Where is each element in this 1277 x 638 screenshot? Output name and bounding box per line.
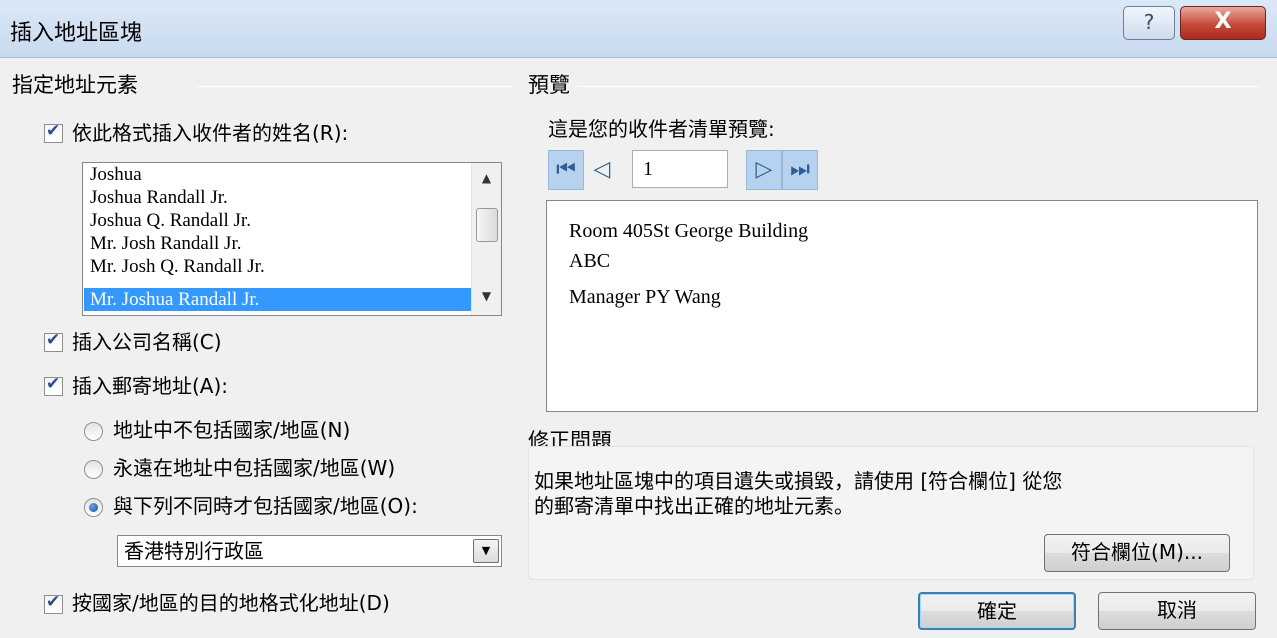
first-record-icon[interactable]: ⏮ — [548, 150, 584, 190]
recipient-name-label: 依此格式插入收件者的姓名(R): — [72, 121, 349, 145]
last-record-icon[interactable]: ⏭ — [782, 150, 818, 190]
address-preview-box: Room 405St George Building ABC Manager P… — [546, 200, 1258, 412]
scroll-up-icon[interactable]: ▲ — [472, 163, 501, 193]
postal-address-label: 插入郵寄地址(A): — [72, 374, 229, 398]
close-button[interactable]: X — [1180, 6, 1266, 40]
previous-record-icon[interactable]: ◁ — [584, 150, 620, 190]
list-item[interactable]: Mr. Josh Q. Randall Jr. — [88, 255, 471, 278]
scroll-thumb[interactable] — [476, 208, 498, 242]
group-divider — [578, 86, 1260, 87]
list-item-selected[interactable]: Mr. Joshua Randall Jr. — [84, 288, 471, 311]
window-title: 插入地址區塊 — [10, 21, 143, 46]
radio-only-if-label: 與下列不同時才包括國家/地區(O): — [113, 494, 418, 518]
company-name-checkbox[interactable] — [44, 330, 63, 352]
preview-address-line: ABC — [569, 250, 611, 272]
list-item[interactable]: Joshua Randall Jr. — [88, 186, 471, 209]
address-elements-heading: 指定地址元素 — [12, 73, 138, 97]
radio-never-label: 地址中不包括國家/地區(N) — [113, 418, 351, 442]
list-item[interactable]: Mr. Josh Randall Jr. — [88, 232, 471, 255]
company-name-label: 插入公司名稱(C) — [72, 330, 222, 354]
help-button[interactable]: ? — [1123, 6, 1175, 40]
record-number-input[interactable]: 1 — [632, 150, 728, 188]
next-record-icon[interactable]: ▷ — [746, 150, 782, 190]
format-by-country-checkbox[interactable] — [44, 592, 63, 614]
list-item[interactable]: Joshua — [88, 163, 471, 186]
scroll-down-icon[interactable]: ▼ — [472, 281, 501, 311]
preview-address-line: Room 405St George Building — [569, 220, 809, 242]
preview-address-line: Manager PY Wang — [569, 286, 721, 308]
list-item[interactable]: Joshua Q. Randall Jr. — [88, 209, 471, 232]
ok-button[interactable]: 確定 — [918, 592, 1076, 630]
match-fields-button[interactable]: 符合欄位(M)... — [1044, 534, 1230, 572]
fix-text-line: 如果地址區塊中的項目遺失或損毀，請使用 [符合欄位] 從您 — [534, 469, 1063, 493]
name-format-listbox[interactable]: Joshua Joshua Randall Jr. Joshua Q. Rand… — [82, 162, 502, 316]
cancel-button[interactable]: 取消 — [1098, 592, 1256, 630]
format-by-country-label: 按國家/地區的目的地格式化地址(D) — [72, 591, 390, 615]
radio-always-include-country[interactable] — [84, 460, 103, 479]
country-select[interactable]: 香港特別行政區 ▼ — [117, 535, 502, 567]
fix-problems-text: 如果地址區塊中的項目遺失或損毀，請使用 [符合欄位] 從您 的郵寄清單中找出正確… — [534, 469, 1244, 519]
fix-text-line: 的郵寄清單中找出正確的地址元素。 — [534, 494, 854, 518]
list-scrollbar[interactable]: ▲ ▼ — [471, 163, 501, 315]
chevron-down-icon[interactable]: ▼ — [473, 539, 499, 563]
radio-always-label: 永遠在地址中包括國家/地區(W) — [113, 456, 396, 480]
preview-subtitle: 這是您的收件者清單預覽: — [548, 117, 775, 141]
title-bar: 插入地址區塊 ? X — [0, 0, 1277, 58]
preview-heading: 預覽 — [528, 73, 570, 97]
radio-never-include-country[interactable] — [84, 422, 103, 441]
radio-include-if-different[interactable] — [84, 498, 103, 517]
postal-address-checkbox[interactable] — [44, 374, 63, 396]
country-select-value: 香港特別行政區 — [124, 539, 264, 563]
group-divider — [196, 86, 512, 87]
recipient-name-checkbox[interactable] — [44, 121, 63, 143]
